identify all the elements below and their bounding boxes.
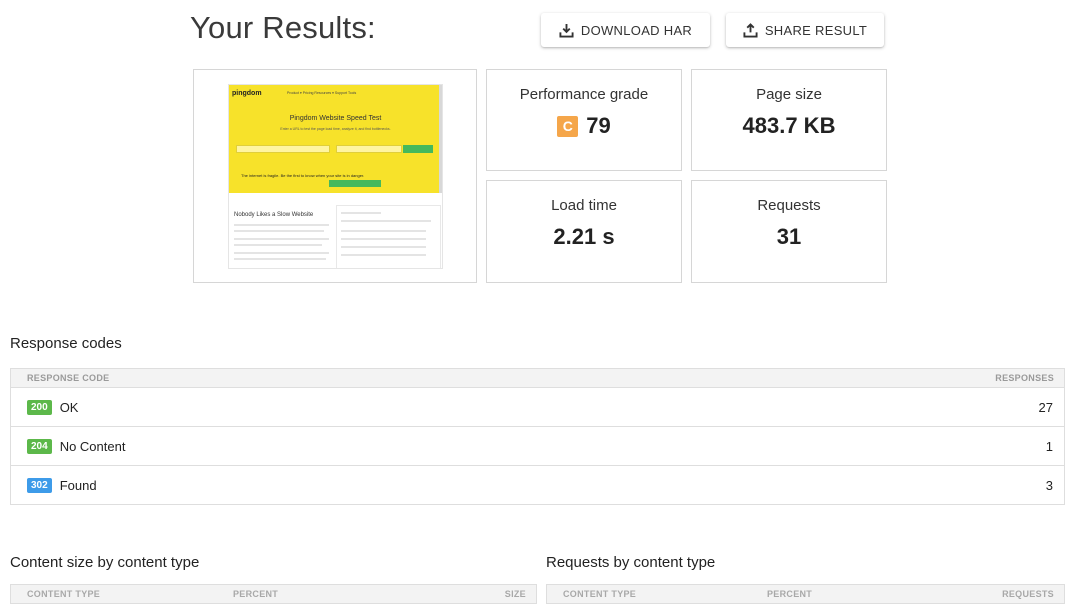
performance-grade-label: Performance grade (519, 86, 649, 103)
status-badge: 204 (27, 438, 52, 454)
screenshot-subheading: Enter a URL to test the page load time, … (280, 127, 391, 131)
column-header-content-type[interactable]: CONTENT TYPE (563, 589, 636, 599)
column-header-requests[interactable]: REQUESTS (1002, 589, 1054, 599)
screenshot-text-line (341, 230, 426, 232)
screenshot-scrollbar (439, 85, 442, 193)
response-codes-table: RESPONSE CODE RESPONSES 200 OK 27 204 No… (10, 368, 1065, 505)
requests-by-type-table-header: CONTENT TYPE PERCENT REQUESTS (546, 584, 1065, 604)
column-header-percent[interactable]: PERCENT (767, 589, 812, 599)
screenshot-text-line (234, 252, 329, 254)
download-har-label: DOWNLOAD HAR (580, 22, 693, 38)
grade-badge: C (557, 115, 579, 137)
status-text: Found (59, 477, 97, 493)
performance-grade-value: C 79 (557, 113, 611, 139)
screenshot-banner-button (329, 180, 381, 187)
status-text: No Content (59, 438, 126, 454)
response-count: 27 (1038, 399, 1053, 415)
screenshot-logo: pingdom (232, 90, 262, 97)
load-time-card: Load time 2.21 s (486, 180, 682, 283)
screenshot-text-line (341, 254, 426, 256)
table-header: RESPONSE CODE RESPONSES (10, 368, 1065, 388)
requests-card: Requests 31 (691, 180, 887, 283)
table-row: 200 OK 27 (10, 388, 1065, 427)
screenshot-state-colors-box (336, 205, 441, 268)
screenshot-url-input (236, 145, 330, 153)
requests-value: 31 (776, 224, 802, 249)
status-text: OK (59, 399, 79, 415)
column-header-content-type[interactable]: CONTENT TYPE (27, 589, 100, 599)
column-header-percent[interactable]: PERCENT (233, 589, 278, 599)
screenshot-text-line (234, 258, 326, 260)
screenshot-text-line (341, 212, 381, 214)
page-size-label: Page size (756, 86, 822, 103)
content-size-heading: Content size by content type (10, 554, 200, 571)
screenshot-text-line (341, 238, 426, 240)
download-icon (559, 23, 574, 38)
screenshot-text-line (234, 238, 329, 240)
response-count: 1 (1045, 438, 1053, 454)
response-codes-heading: Response codes (10, 335, 122, 352)
screenshot-text-line (341, 220, 431, 222)
table-row: 302 Found 3 (10, 466, 1065, 505)
screenshot-text-line (234, 244, 322, 246)
screenshot-nav: Product ▾ Pricing Resources ▾ Support To… (287, 91, 357, 95)
screenshot-location-input (336, 145, 402, 153)
screenshot-text-line (341, 246, 426, 248)
table-row: 204 No Content 1 (10, 427, 1065, 466)
download-har-button[interactable]: DOWNLOAD HAR (541, 13, 710, 47)
column-header-responses[interactable]: RESPONSES (995, 373, 1054, 383)
screenshot-heading: Pingdom Website Speed Test (289, 115, 382, 122)
screenshot-test-button (403, 145, 433, 153)
screenshot-text-line (234, 230, 324, 232)
load-time-value: 2.21 s (553, 224, 615, 249)
share-result-button[interactable]: SHARE RESULT (726, 13, 884, 47)
performance-score: 79 (586, 113, 611, 138)
content-size-table-header: CONTENT TYPE PERCENT SIZE (10, 584, 537, 604)
response-count: 3 (1045, 477, 1053, 493)
screenshot-banner: The internet is fragile. Be the first to… (241, 173, 365, 178)
column-header-size[interactable]: SIZE (505, 589, 526, 599)
status-badge: 302 (27, 477, 52, 493)
website-screenshot: pingdom Product ▾ Pricing Resources ▾ Su… (228, 84, 443, 269)
page-title: Your Results: (190, 10, 376, 45)
page-size-card: Page size 483.7 KB (691, 69, 887, 171)
load-time-label: Load time (551, 197, 617, 214)
requests-by-type-heading: Requests by content type (546, 554, 716, 571)
requests-label: Requests (757, 197, 821, 214)
column-header-response-code[interactable]: RESPONSE CODE (27, 373, 109, 383)
screenshot-section-heading: Nobody Likes a Slow Website (234, 212, 314, 218)
page-size-value: 483.7 KB (742, 113, 836, 138)
status-badge: 200 (27, 399, 52, 415)
screenshot-text-line (234, 224, 329, 226)
share-icon (743, 22, 758, 38)
share-result-label: SHARE RESULT (764, 22, 868, 38)
performance-grade-card: Performance grade C 79 (486, 69, 682, 171)
